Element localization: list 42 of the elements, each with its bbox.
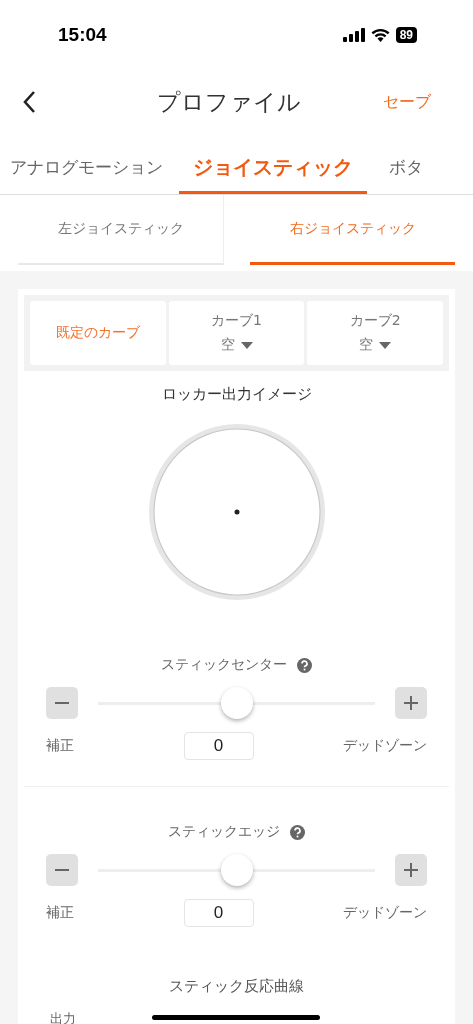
curve-option[interactable]: 既定のカーブ <box>30 301 166 365</box>
value-field[interactable]: 0 <box>183 899 254 927</box>
minus-icon <box>55 702 69 704</box>
offset-label: 補正 <box>46 737 74 755</box>
minus-button[interactable] <box>46 854 78 886</box>
plus-icon <box>404 696 418 710</box>
dropdown-caret-icon <box>240 341 253 349</box>
help-icon[interactable] <box>297 657 312 673</box>
signal-icon <box>342 28 365 42</box>
plus-button[interactable] <box>395 687 427 719</box>
plus-button[interactable] <box>395 854 427 886</box>
preview-title: ロッカー出力イメージ <box>160 385 313 404</box>
battery-indicator: 89 <box>395 27 417 43</box>
minus-button[interactable] <box>46 687 78 719</box>
slider-track[interactable] <box>98 853 375 887</box>
curve-option[interactable]: カーブ2 空 <box>307 301 443 365</box>
value-field[interactable]: 0 <box>183 732 254 760</box>
section-title: スティックエッジ <box>168 823 280 841</box>
deadzone-label: デッドゾーン <box>343 737 427 755</box>
slider-track[interactable] <box>98 686 375 720</box>
section-title: スティックセンター <box>161 656 287 674</box>
curve-option[interactable]: カーブ1 空 <box>168 301 305 365</box>
deadzone-label: デッドゾーン <box>343 904 427 922</box>
joystick-tab[interactable]: 左ジョイスティック <box>18 195 224 265</box>
section-title: スティック反応曲線 <box>168 977 305 996</box>
help-icon[interactable] <box>290 824 305 840</box>
tab[interactable]: アナログモーション <box>10 156 163 194</box>
wifi-icon <box>370 28 390 42</box>
offset-label: 補正 <box>46 904 74 922</box>
status-time: 15:04 <box>58 24 107 46</box>
plus-icon <box>404 863 418 877</box>
axis-label: 出力 <box>50 1010 76 1024</box>
save-button[interactable]: セーブ <box>377 90 437 114</box>
minus-icon <box>55 869 69 871</box>
back-icon <box>22 90 36 114</box>
page-title: プロファイル <box>156 87 301 117</box>
tab[interactable]: ボタ <box>389 156 423 194</box>
slider-thumb[interactable] <box>220 687 253 719</box>
dropdown-caret-icon <box>379 341 392 349</box>
joystick-tab[interactable]: 右ジョイスティック <box>250 195 455 265</box>
slider-thumb[interactable] <box>220 854 253 886</box>
tab[interactable]: ジョイスティック <box>179 154 367 194</box>
